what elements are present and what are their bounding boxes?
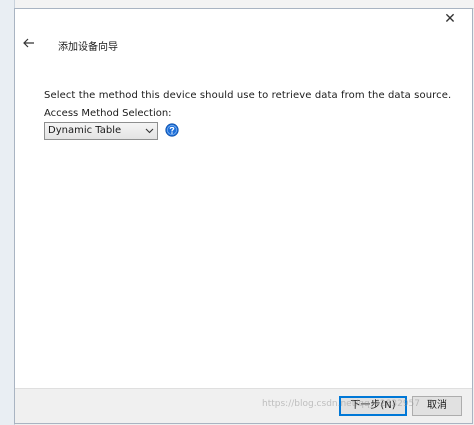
close-icon: ✕ (444, 11, 456, 27)
back-button[interactable] (21, 35, 37, 51)
question-mark-icon (165, 123, 179, 137)
instruction-text: Select the method this device should use… (44, 90, 452, 101)
access-method-select-value: Dynamic Table (48, 125, 122, 136)
help-icon[interactable] (165, 123, 179, 137)
background-window-edge (0, 0, 15, 425)
wizard-title: 添加设备向导 (58, 42, 118, 53)
next-button[interactable]: 下一步(N) (339, 396, 407, 416)
add-device-wizard-dialog: ✕ 添加设备向导 Select the method this device s… (14, 8, 473, 424)
cancel-button[interactable]: 取消 (412, 396, 462, 416)
close-button[interactable]: ✕ (442, 11, 458, 27)
access-method-label: Access Method Selection: (44, 108, 172, 119)
chevron-down-icon (145, 128, 154, 134)
access-method-select[interactable]: Dynamic Table (44, 122, 158, 140)
dialog-footer: 下一步(N) 取消 (15, 388, 472, 423)
back-arrow-icon (23, 38, 34, 48)
